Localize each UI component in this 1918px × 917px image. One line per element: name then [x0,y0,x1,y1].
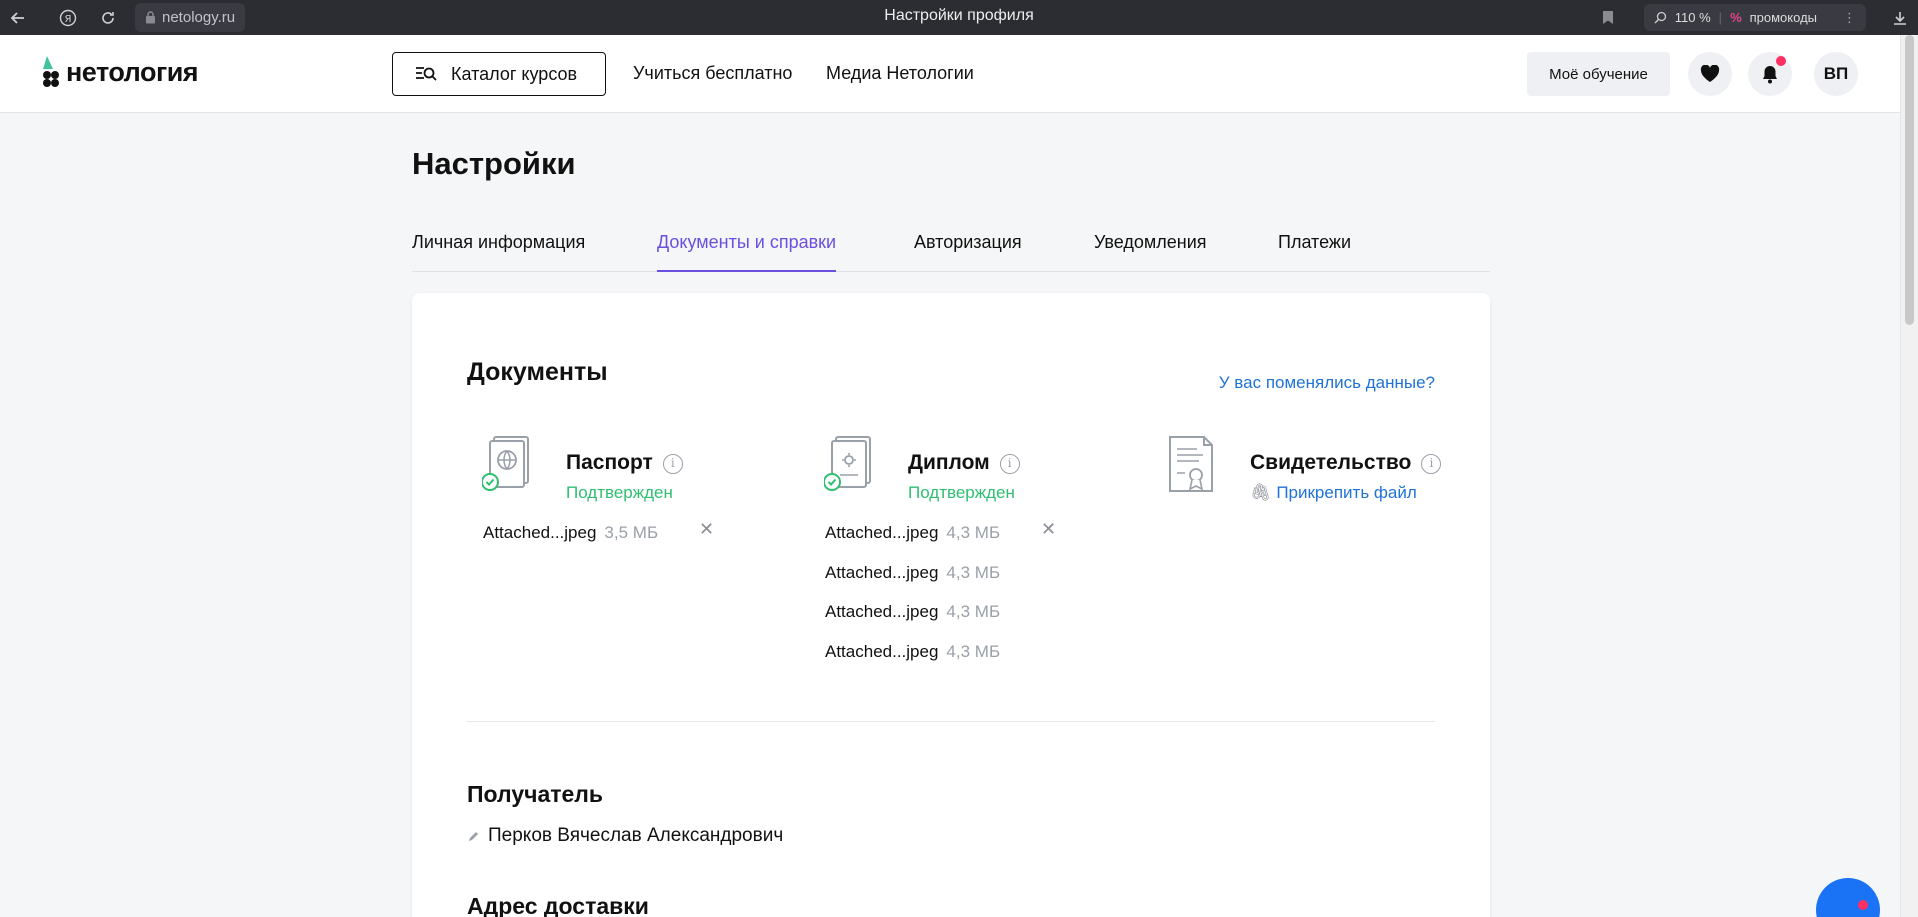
logo-text: нетология [66,56,199,87]
paperclip-icon: 🖇 [1250,483,1272,502]
info-icon[interactable]: i [999,454,1020,474]
close-icon[interactable]: ✕ [699,519,714,540]
file-size: 4,3 МБ [946,563,1001,582]
diploma-file[interactable]: Attached...jpeg 4,3 МБ [825,602,1000,622]
catalog-search-icon [416,67,437,81]
bell-icon [1763,66,1777,84]
promo-label: промокоды [1749,10,1817,25]
back-icon[interactable] [0,0,35,35]
more-icon[interactable]: ⋮ [1843,10,1856,26]
url-text: netology.ru [162,9,236,26]
passport-status: Подтвержден [566,483,673,502]
passport-name: Паспорт [566,451,653,474]
bookmark-icon[interactable] [1602,10,1614,25]
chat-notification-dot [1858,900,1868,910]
settings-tabs: Личная информация Документы и справки Ав… [412,232,1490,272]
zoom-promo-pill[interactable]: 110 % | % промокоды ⋮ [1643,4,1866,31]
file-size: 4,3 МБ [946,602,1001,621]
documents-card: Документы У вас поменялись данные? Паспо… [412,293,1490,917]
svg-text:Я: Я [64,14,71,25]
passport-icon [482,436,529,491]
logo-mark-icon [43,56,59,87]
my-learning-button[interactable]: Моё обучение [1527,52,1670,96]
notification-dot [1776,56,1786,66]
file-name: Attached...jpeg [825,642,939,661]
diploma-file[interactable]: Attached...jpeg 4,3 МБ ✕ [825,519,1056,543]
file-size: 3,5 МБ [604,523,659,542]
catalog-label: Каталог курсов [451,63,578,84]
site-header: нетология Каталог курсов Учиться бесплат… [0,35,1900,113]
recipient-name: Перков Вячеслав Александрович [488,825,784,846]
file-name: Attached...jpeg [825,602,939,621]
tab-notifications[interactable]: Уведомления [1094,232,1207,272]
percent-icon: % [1730,10,1742,25]
zoom-level: 110 % [1674,10,1711,25]
tab-personal-info[interactable]: Личная информация [412,232,585,272]
close-icon[interactable]: ✕ [1041,519,1056,540]
netology-logo[interactable]: нетология [42,55,199,89]
heart-icon [1700,65,1720,82]
delivery-title: Адрес доставки [467,893,649,917]
avatar[interactable]: ВП [1814,52,1858,96]
info-icon[interactable]: i [662,454,683,474]
scrollbar-thumb[interactable] [1905,35,1914,325]
diploma-file[interactable]: Attached...jpeg 4,3 МБ [825,642,1000,662]
file-size: 4,3 МБ [946,523,1001,542]
learn-free-link[interactable]: Учиться бесплатно [633,63,792,84]
tab-documents[interactable]: Документы и справки [657,232,837,272]
attach-file-label: Прикрепить файл [1276,483,1417,502]
tab-payments[interactable]: Платежи [1278,232,1351,272]
attach-file-link[interactable]: 🖇 Прикрепить файл [1250,483,1417,503]
certificate-icon [1169,436,1213,492]
diploma-status: Подтвержден [908,483,1015,502]
data-changed-link[interactable]: У вас поменялись данные? [1219,373,1435,393]
certificate-name: Свидетельство [1250,451,1412,474]
recipient-row[interactable]: Перков Вячеслав Александрович [467,825,783,847]
catalog-button[interactable]: Каталог курсов [392,52,606,96]
reload-icon[interactable] [90,0,125,35]
address-bar[interactable]: netology.ru [135,3,246,32]
file-name: Attached...jpeg [483,523,597,542]
file-name: Attached...jpeg [825,563,939,582]
info-icon[interactable]: i [1421,454,1442,474]
file-name: Attached...jpeg [825,523,939,542]
file-size: 4,3 МБ [946,642,1001,661]
chat-button[interactable] [1816,878,1880,917]
download-icon[interactable] [1892,10,1908,26]
tab-authorization[interactable]: Авторизация [914,232,1022,272]
favorites-button[interactable] [1688,52,1732,96]
page-scrollbar[interactable] [1900,35,1918,917]
diploma-file[interactable]: Attached...jpeg 4,3 МБ [825,563,1000,583]
passport-file[interactable]: Attached...jpeg 3,5 МБ ✕ [483,519,714,543]
diploma-name: Диплом [908,451,990,474]
diploma-icon [824,436,871,491]
section-divider [467,721,1435,722]
zoom-icon [1654,11,1666,24]
media-link[interactable]: Медиа Нетологии [826,63,974,84]
documents-title: Документы [467,358,608,386]
yandex-icon[interactable]: Я [50,0,85,35]
browser-toolbar: Я netology.ru Настройки профиля 110 % | … [0,0,1918,35]
lock-icon [146,11,155,24]
pencil-icon[interactable] [467,830,480,843]
page-title: Настройки [412,146,576,181]
recipient-title: Получатель [467,781,604,807]
notifications-button[interactable] [1748,52,1792,96]
